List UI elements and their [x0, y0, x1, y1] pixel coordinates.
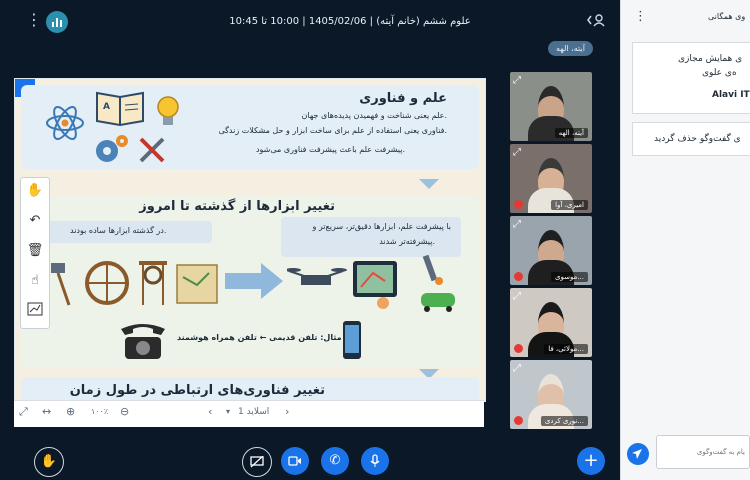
- expand-icon[interactable]: ⤢: [513, 363, 521, 374]
- send-icon: [632, 449, 642, 459]
- muted-mic-icon: [514, 416, 523, 425]
- microphone-icon: [370, 454, 380, 467]
- camera-button[interactable]: [281, 447, 309, 475]
- webcam-name: موسوی...: [550, 272, 588, 282]
- next-slide-icon[interactable]: ›: [285, 405, 289, 418]
- muted-mic-icon: [514, 200, 523, 209]
- atom-icon: [46, 106, 84, 140]
- actions-plus-button[interactable]: +: [577, 447, 605, 475]
- slide-dropdown-arrow-icon[interactable]: ▾: [226, 407, 230, 416]
- section2-title: تغییر ابزارها از گذشته تا امروز: [139, 199, 335, 214]
- webcam-tile[interactable]: ⤢ امیری، آوا: [510, 144, 592, 213]
- svg-text:A: A: [103, 102, 110, 112]
- screen-share-off-icon: [250, 455, 264, 468]
- send-message-button[interactable]: [627, 443, 649, 465]
- expand-icon[interactable]: ⤢: [513, 147, 521, 158]
- section1-line2: فناوری یعنی استفاده از علم برای ساخت ابز…: [218, 126, 447, 135]
- big-arrow-right-icon: [225, 263, 283, 299]
- chart-line-icon[interactable]: [26, 302, 44, 320]
- stats-icon: [52, 18, 62, 27]
- screen-share-button[interactable]: [242, 447, 272, 477]
- webcam-tile[interactable]: ⤢ نوری کردی...: [510, 360, 592, 429]
- plus-icon: +: [583, 450, 599, 471]
- section1-line1: علم یعنی شناخت و فهمیدن پدیده‌های جهان.: [301, 111, 447, 120]
- gears-icon: [96, 135, 128, 162]
- phone-icon: ✆: [329, 453, 341, 468]
- raise-hand-button[interactable]: ✋: [34, 447, 64, 477]
- section1-line3: پیشرفت علم باعث پیشرفت فناوری می‌شود.: [255, 145, 405, 154]
- microphone-button[interactable]: [361, 447, 389, 475]
- lightbulb-icon: [157, 96, 179, 125]
- expand-icon[interactable]: ⤢: [513, 219, 521, 230]
- old-telephone-icon: [121, 324, 165, 359]
- chat-panel-title: وی همگانی: [708, 12, 746, 21]
- webcam-name: مولائی، فا...: [544, 344, 588, 354]
- webcam-tile[interactable]: ⤢ آیته، الهه: [510, 72, 592, 141]
- multi-user-pointer-icon[interactable]: ☝: [26, 272, 44, 290]
- chat-message-author: Alavi IT: [712, 90, 750, 100]
- chat-message-line1: ی همایش مجازی: [678, 54, 743, 64]
- webcam-tile[interactable]: ⤢ موسوی...: [510, 216, 592, 285]
- webcam-name: امیری، آوا: [551, 200, 588, 210]
- whiteboard-toolbar: ✋ ↶ 🗑 ☝: [20, 177, 50, 329]
- zoom-level: ۱۰۰٪: [91, 407, 109, 416]
- presenter-tag: آیته، الهه: [548, 41, 593, 56]
- old-tools-illustration: [51, 261, 218, 306]
- chat-message-line2: ه‌ی علوی: [702, 68, 737, 78]
- users-toggle-icon[interactable]: [586, 13, 606, 30]
- chat-message-card: [632, 42, 750, 114]
- expand-icon[interactable]: ⤢: [513, 75, 521, 86]
- chat-message-input[interactable]: [656, 435, 750, 469]
- app-logo-icon[interactable]: [46, 11, 68, 33]
- webcam-name: نوری کردی...: [540, 416, 588, 426]
- webcam-tile[interactable]: ⤢ مولائی، فا...: [510, 288, 592, 357]
- section1-title: علم و فناوری: [359, 91, 447, 106]
- options-menu-icon[interactable]: ⋮: [26, 12, 42, 28]
- video-icon: [288, 456, 301, 466]
- undo-icon[interactable]: ↶: [26, 212, 44, 230]
- previous-slide-icon[interactable]: ‹: [208, 405, 212, 418]
- arrow-down-icon: [419, 179, 439, 189]
- presentation-slide: – علم و فناوری علم یعنی شناخت و فهمیدن پ…: [14, 78, 486, 402]
- system-message-text: ی گفت‌وگو حذف گردید: [654, 134, 741, 144]
- trash-icon[interactable]: 🗑: [26, 242, 44, 260]
- pan-hand-icon[interactable]: ✋: [26, 182, 44, 200]
- slide-selector[interactable]: اسلاید 1: [238, 407, 269, 417]
- audio-button[interactable]: ✆: [321, 447, 349, 475]
- zoom-out-icon[interactable]: ⊖: [120, 405, 129, 418]
- zoom-in-icon[interactable]: ⊕: [66, 405, 75, 418]
- fit-screen-icon[interactable]: ⤢: [19, 405, 28, 419]
- fit-width-icon[interactable]: ↔: [42, 405, 51, 418]
- smartphone-icon: [343, 321, 361, 359]
- muted-mic-icon: [514, 272, 523, 281]
- chat-options-icon[interactable]: ⋮: [634, 9, 647, 25]
- webcam-name: آیته، الهه: [554, 128, 588, 138]
- phone-example-text: مثال: تلفن قدیمی ← تلفن همراه هوشمند: [177, 333, 342, 342]
- modern-tools-illustration: [287, 254, 455, 312]
- meeting-title: علوم ششم (خانم آیته) | 1405/02/06 | 10:0…: [229, 16, 471, 27]
- section2-past-text: در گذشته ابزارها ساده بودند.: [70, 226, 167, 235]
- hand-icon: ✋: [40, 454, 58, 469]
- tools-icon: [139, 137, 165, 163]
- book-icon: A: [96, 91, 144, 127]
- section2-now-line2: پیشرفته‌تر شدند.: [379, 237, 435, 246]
- section3-title: تغییر فناوری‌های ارتباطی در طول زمان: [69, 383, 325, 398]
- section2-now-line1: با پیشرفت علم، ابزارها دقیق‌تر، سریع‌تر …: [312, 222, 451, 231]
- expand-icon[interactable]: ⤢: [513, 291, 521, 302]
- muted-mic-icon: [514, 344, 523, 353]
